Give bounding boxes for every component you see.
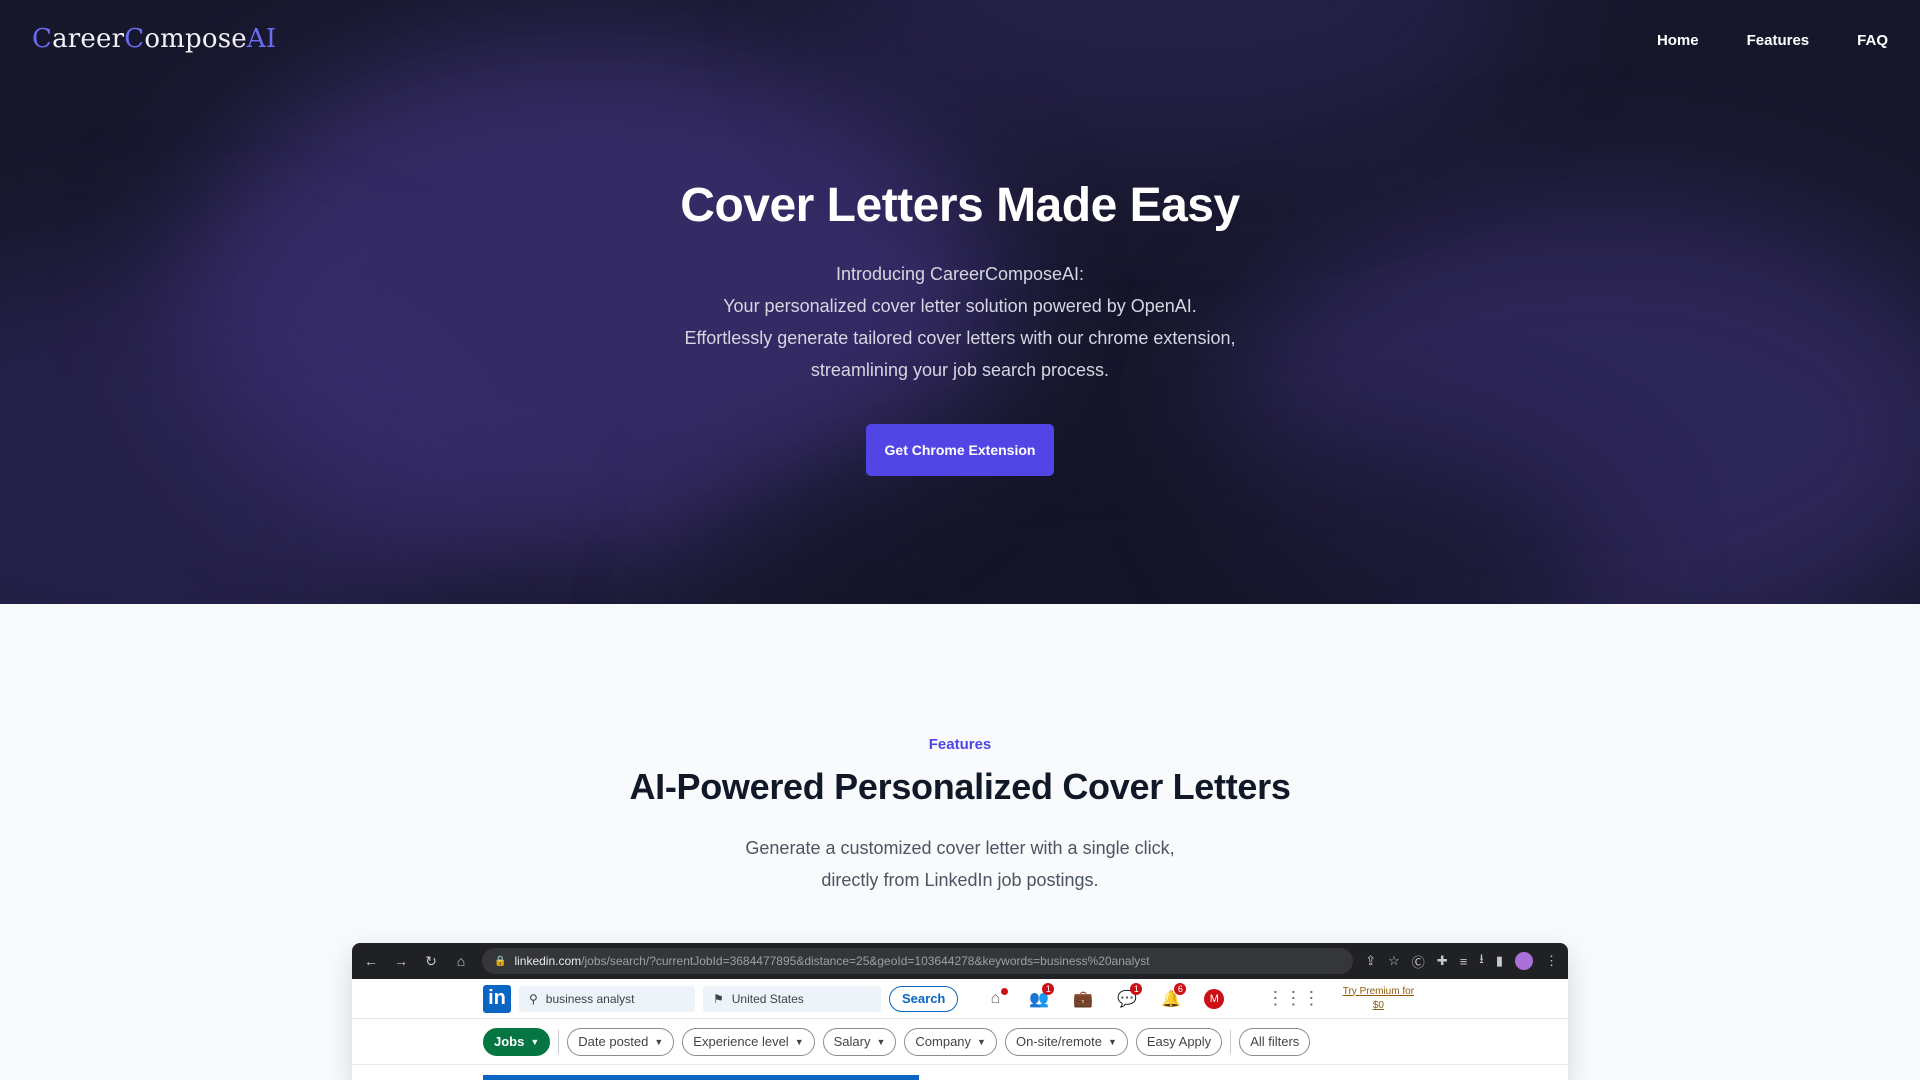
- linkedin-messaging-icon: 💬 1: [1116, 982, 1143, 1009]
- hero-glow: [700, 420, 1600, 604]
- linkedin-me-avatar: M: [1204, 988, 1225, 1009]
- filter-all-filters: All filters: [1239, 1027, 1311, 1056]
- filter-label: On-site/remote: [1015, 1034, 1102, 1049]
- premium-line: Try Premium for: [1342, 985, 1415, 997]
- premium-line: $0: [1372, 999, 1384, 1011]
- logo-letter: C: [124, 24, 145, 54]
- linkedin-search-button: Search: [889, 985, 959, 1012]
- filter-label: Jobs: [494, 1034, 525, 1049]
- browser-actions: ⇪ ☆ Ⓒ ✚ ≡ ⭳ ▮ ⋮: [1365, 950, 1558, 972]
- extension-c-icon: Ⓒ: [1411, 954, 1425, 970]
- notification-badge: 6: [1174, 982, 1187, 995]
- linkedin-search-field: ⚲ business analyst: [519, 985, 695, 1012]
- location-value: United States: [731, 991, 804, 1006]
- job-list-header-strip: [483, 1075, 919, 1080]
- features-eyebrow: Features: [928, 736, 992, 753]
- lock-icon: 🔒: [494, 955, 507, 967]
- caret-down-icon: ▼: [794, 1036, 804, 1047]
- location-pin-icon: ⚑: [713, 991, 724, 1006]
- hero-glow: [820, 0, 1520, 160]
- hero-line: Introducing CareerComposeAI:: [835, 264, 1085, 284]
- hero-title: Cover Letters Made Easy: [680, 179, 1240, 232]
- nav-home[interactable]: Home: [1657, 32, 1699, 49]
- reading-list-icon: ≡: [1459, 953, 1468, 969]
- nav-faq[interactable]: FAQ: [1857, 32, 1888, 49]
- browser-screenshot: ← → ↻ ⌂ 🔒 linkedin.com/jobs/search/?curr…: [352, 943, 1568, 1080]
- features-line: directly from LinkedIn job postings.: [821, 870, 1099, 890]
- linkedin-network-icon: 👥 1: [1028, 982, 1055, 1009]
- linkedin-logo: in: [483, 984, 511, 1013]
- divider: [558, 1029, 560, 1054]
- try-premium-link: Try Premium for $0: [1338, 985, 1418, 1013]
- logo-text: areer: [52, 24, 125, 54]
- notification-badge: 1: [1130, 982, 1143, 995]
- filter-easy-apply: Easy Apply: [1135, 1027, 1223, 1056]
- filter-experience-level: Experience level ▼: [682, 1027, 815, 1056]
- url-domain: linkedin.com: [514, 954, 582, 968]
- share-icon: ⇪: [1365, 953, 1377, 968]
- hero-section: CareerComposeAI Home Features FAQ Cover …: [0, 0, 1920, 604]
- filter-onsite-remote: On-site/remote ▼: [1004, 1027, 1128, 1056]
- kebab-menu-icon: ⋮: [1545, 953, 1558, 968]
- side-panel-icon: ▮: [1495, 953, 1503, 968]
- back-arrow-icon: ←: [364, 953, 378, 969]
- hero-glow: [0, 260, 500, 604]
- top-nav: Home Features FAQ: [1657, 32, 1888, 49]
- linkedin-filter-bar: Jobs ▼ Date posted ▼ Experience level ▼ Sal…: [352, 1019, 1568, 1065]
- hero-line: Effortlessly generate tailored cover let…: [684, 328, 1236, 348]
- linkedin-home-icon: ⌂: [984, 987, 1009, 1008]
- linkedin-location-field: ⚑ United States: [703, 985, 881, 1012]
- notification-badge: 1: [1042, 982, 1055, 995]
- filter-label: Experience level: [693, 1034, 789, 1049]
- search-value: business analyst: [545, 991, 635, 1006]
- linkedin-notifications-icon: 🔔 6: [1160, 982, 1187, 1009]
- nav-features[interactable]: Features: [1747, 32, 1810, 49]
- search-icon: ⚲: [529, 991, 538, 1006]
- forward-arrow-icon: →: [394, 953, 408, 969]
- caret-down-icon: ▼: [1107, 1036, 1117, 1047]
- filter-label: All filters: [1250, 1034, 1300, 1049]
- logo-letter: C: [32, 24, 53, 54]
- features-title: AI-Powered Personalized Cover Letters: [629, 766, 1291, 807]
- filter-company: Company ▼: [904, 1027, 997, 1056]
- site-logo[interactable]: CareerComposeAI: [32, 24, 276, 54]
- caret-down-icon: ▼: [876, 1036, 886, 1047]
- filter-label: Date posted: [578, 1034, 649, 1049]
- browser-toolbar: ← → ↻ ⌂ 🔒 linkedin.com/jobs/search/?curr…: [352, 943, 1568, 979]
- caret-down-icon: ▼: [977, 1036, 986, 1047]
- logo-text: ompose: [144, 24, 247, 54]
- hero-description: Introducing CareerComposeAI: Your person…: [560, 258, 1360, 386]
- filter-label: Salary: [833, 1034, 871, 1049]
- puzzle-icon: ✚: [1436, 953, 1448, 968]
- divider: [1230, 1029, 1232, 1054]
- filter-jobs: Jobs ▼: [483, 1027, 551, 1056]
- linkedin-nav-icons: ⌂ 👥 1 💼 💬 1 🔔 6 M: [984, 982, 1225, 1009]
- filter-label: Company: [915, 1034, 972, 1049]
- linkedin-header: in ⚲ business analyst ⚑ United States Se…: [352, 979, 1568, 1019]
- hero-line: Your personalized cover letter solution …: [723, 296, 1197, 316]
- address-bar: 🔒 linkedin.com/jobs/search/?currentJobId…: [482, 948, 1354, 974]
- features-line: Generate a customized cover letter with …: [745, 838, 1175, 858]
- filter-date-posted: Date posted ▼: [567, 1027, 675, 1056]
- url-path: /jobs/search/?currentJobId=3684477895&di…: [581, 954, 1150, 968]
- star-icon: ☆: [1388, 953, 1400, 968]
- caret-down-icon: ▼: [654, 1036, 664, 1047]
- apps-grid-icon: ⋮⋮⋮: [1266, 988, 1321, 1008]
- filter-salary: Salary ▼: [822, 1027, 897, 1056]
- caret-down-icon: ▼: [530, 1036, 540, 1047]
- reload-icon: ↻: [425, 952, 437, 969]
- notification-dot: [1001, 987, 1009, 995]
- download-icon: ⭳: [1479, 951, 1484, 966]
- profile-avatar-icon: [1515, 952, 1533, 970]
- filter-label: Easy Apply: [1146, 1034, 1212, 1049]
- features-description: Generate a customized cover letter with …: [660, 832, 1260, 896]
- logo-ai: AI: [246, 24, 277, 54]
- get-chrome-extension-button[interactable]: Get Chrome Extension: [866, 424, 1054, 476]
- hero-line: streamlining your job search process.: [810, 360, 1110, 380]
- home-icon: ⌂: [456, 953, 466, 969]
- linkedin-jobs-icon: 💼: [1073, 990, 1094, 1008]
